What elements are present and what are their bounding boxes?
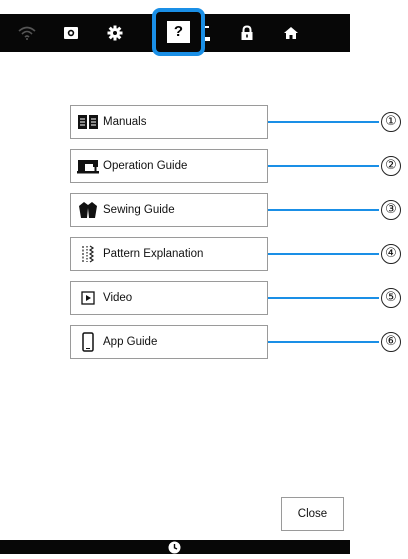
settings-gear-icon[interactable] xyxy=(96,14,134,52)
callout-line-2 xyxy=(268,165,379,167)
help-button[interactable]: ? xyxy=(152,8,205,56)
clock-icon xyxy=(168,541,181,559)
stitch-pattern-icon xyxy=(75,237,101,271)
jacket-icon xyxy=(75,193,101,227)
home-icon[interactable] xyxy=(272,14,310,52)
callout-line-1 xyxy=(268,121,379,123)
bottom-status-bar xyxy=(0,540,350,554)
app-guide-label: App Guide xyxy=(103,336,158,348)
manuals-button[interactable]: Manuals xyxy=(70,105,268,139)
help-icon: ? xyxy=(167,21,190,43)
callout-line-6 xyxy=(268,341,379,343)
camera-icon[interactable] xyxy=(52,14,90,52)
sewing-guide-button[interactable]: Sewing Guide xyxy=(70,193,268,227)
video-button[interactable]: Video xyxy=(70,281,268,315)
callout-number-2: ② xyxy=(381,156,401,176)
smartphone-icon xyxy=(75,325,101,359)
video-label: Video xyxy=(103,292,133,304)
callout-number-4: ④ xyxy=(381,244,401,264)
play-icon xyxy=(75,281,101,315)
callout-line-3 xyxy=(268,209,379,211)
callout-number-1: ① xyxy=(381,112,401,132)
pattern-explanation-label: Pattern Explanation xyxy=(103,248,204,260)
operation-guide-button[interactable]: Operation Guide xyxy=(70,149,268,183)
callout-number-5: ⑤ xyxy=(381,288,401,308)
app-guide-button[interactable]: App Guide xyxy=(70,325,268,359)
callout-number-3: ③ xyxy=(381,200,401,220)
book-icon xyxy=(75,105,101,139)
callout-number-6: ⑥ xyxy=(381,332,401,352)
operation-guide-label: Operation Guide xyxy=(103,160,188,172)
manuals-label: Manuals xyxy=(103,116,147,128)
callout-line-5 xyxy=(268,297,379,299)
close-button[interactable]: Close xyxy=(281,497,344,531)
callout-line-4 xyxy=(268,253,379,255)
sewing-guide-label: Sewing Guide xyxy=(103,204,175,216)
lock-icon[interactable] xyxy=(228,14,266,52)
pattern-explanation-button[interactable]: Pattern Explanation xyxy=(70,237,268,271)
sewing-machine-icon xyxy=(75,149,101,183)
wifi-icon[interactable] xyxy=(8,14,46,52)
